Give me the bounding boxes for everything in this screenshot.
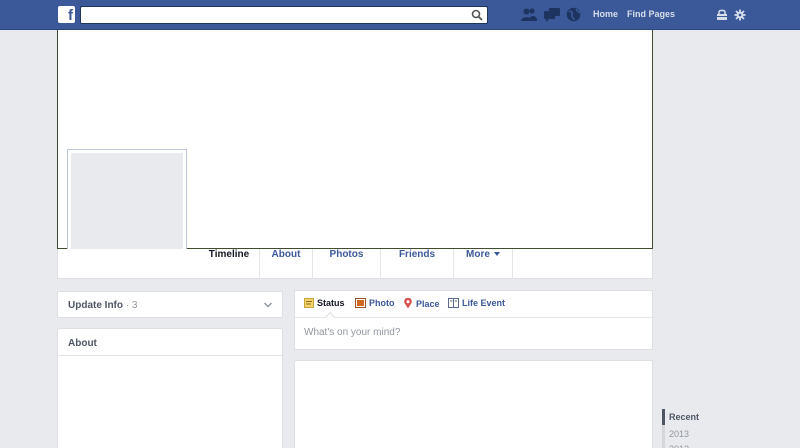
update-info-count: · 3 (125, 300, 138, 311)
privacy-lock-icon[interactable] (716, 9, 728, 21)
search-input[interactable] (81, 7, 461, 23)
settings-gear-icon[interactable] (734, 9, 746, 21)
composer-tab-place-label: Place (416, 299, 440, 309)
messages-icon[interactable] (544, 7, 560, 22)
composer-tab-place[interactable]: Place (403, 297, 440, 309)
timeline-nav-2012[interactable]: 2012 (669, 444, 689, 448)
tab-timeline[interactable]: Timeline (199, 249, 260, 278)
composer-tab-life-event[interactable]: Life Event (448, 298, 505, 308)
timeline-nav-line (662, 425, 665, 448)
notifications-globe-icon[interactable] (566, 7, 582, 22)
search-bar[interactable] (80, 6, 488, 24)
tab-about-label: About (271, 249, 301, 260)
search-icon[interactable] (471, 9, 483, 21)
composer-tab-status-label: Status (317, 298, 345, 308)
status-note-icon (304, 298, 314, 308)
chevron-down-icon[interactable] (264, 302, 272, 308)
active-tab-pointer (325, 312, 335, 318)
tab-friends[interactable]: Friends (381, 249, 454, 278)
status-input[interactable]: What's on your mind? (304, 327, 400, 338)
tab-friends-label: Friends (398, 249, 436, 260)
tab-photos-label: Photos (329, 249, 364, 260)
photo-icon (355, 298, 366, 308)
update-info-box[interactable]: Update Info · 3 (57, 291, 283, 318)
composer-tab-photo-label: Photo (369, 298, 395, 308)
timeline-nav-recent[interactable]: Recent (669, 412, 699, 422)
composer-tabs: Status Photo Place Life Event (295, 291, 652, 318)
about-box: About (57, 328, 283, 448)
profile-tab-bar: Timeline About Photos Friends More (57, 249, 653, 279)
life-event-book-icon (448, 298, 459, 308)
place-pin-icon (404, 297, 412, 309)
facebook-logo[interactable]: f (58, 6, 75, 23)
friend-requests-icon[interactable] (521, 7, 537, 22)
composer-tab-life-event-label: Life Event (462, 298, 506, 308)
status-composer: Status Photo Place Life Event What's on … (294, 290, 653, 350)
timeline-feed-box (294, 360, 653, 448)
nav-find-pages-link[interactable]: Find Pages (627, 9, 675, 19)
nav-home-link[interactable]: Home (593, 9, 618, 19)
composer-tab-status[interactable]: Status (304, 298, 345, 308)
timeline-nav-2013[interactable]: 2013 (669, 429, 689, 439)
tab-more-label: More (466, 249, 490, 260)
tab-more[interactable]: More (454, 249, 513, 278)
timeline-nav-active-marker (662, 409, 665, 425)
composer-tab-photo[interactable]: Photo (355, 298, 395, 308)
tab-photos[interactable]: Photos (313, 249, 381, 278)
tab-about[interactable]: About (260, 249, 313, 278)
caret-down-icon (493, 252, 500, 257)
update-info-label: Update Info · 3 (68, 300, 138, 311)
about-heading[interactable]: About (58, 329, 282, 356)
top-navigation-bar: f Home Find Pages (0, 0, 800, 30)
tab-timeline-label: Timeline (208, 249, 250, 260)
profile-picture-placeholder (71, 153, 183, 264)
